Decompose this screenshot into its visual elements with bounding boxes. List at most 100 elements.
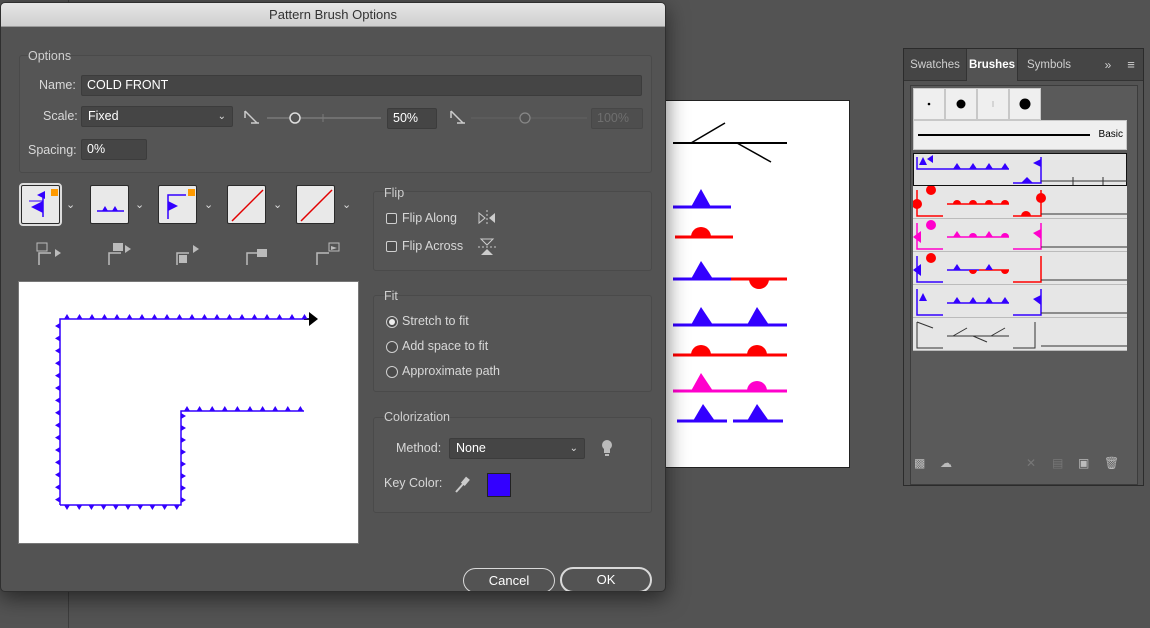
tile-inner-corner-dropdown-icon[interactable]: ⌄ xyxy=(204,198,213,211)
panel-menu-icon[interactable]: ≡ xyxy=(1120,49,1142,81)
preview-tooth xyxy=(239,314,245,319)
key-color-label: Key Color: xyxy=(384,476,443,490)
new-brush-icon[interactable]: ▣ xyxy=(1078,456,1089,470)
pattern-brush-options-dialog: Pattern Brush Options Options Name: COLD… xyxy=(0,2,666,592)
preview-tooth xyxy=(55,385,60,391)
outer-corner-tile-icon xyxy=(97,206,124,212)
inner-corner-tile-icon xyxy=(167,189,195,219)
occluded-front-symbol xyxy=(673,373,787,393)
flip-label: Flip xyxy=(384,186,405,200)
approximate-path-label: Approximate path xyxy=(402,364,500,378)
warm-front-brush-preview xyxy=(913,186,1127,217)
tips-lightbulb-icon[interactable] xyxy=(600,439,614,457)
side-tile-position-icon xyxy=(36,242,61,265)
preview-tooth xyxy=(201,314,208,319)
preview-tooth xyxy=(89,314,95,319)
dot-large-icon xyxy=(1019,98,1031,110)
preview-tooth xyxy=(125,505,131,510)
preview-tooth xyxy=(181,497,186,503)
preview-tooth xyxy=(55,360,60,367)
ok-button[interactable]: OK xyxy=(560,567,652,591)
panel-tab-bar: Swatches Brushes Symbols » ≡ xyxy=(904,49,1143,81)
key-color-swatch[interactable] xyxy=(487,473,511,497)
stationary-front-brush-preview xyxy=(913,253,1127,283)
preview-tooth xyxy=(214,314,220,319)
preview-tooth xyxy=(149,505,156,510)
tile-start-dropdown-icon[interactable]: ⌄ xyxy=(273,198,282,211)
preview-tooth xyxy=(137,505,144,510)
scale-label: Scale: xyxy=(43,109,78,123)
flip-across-checkbox[interactable] xyxy=(386,241,397,252)
preview-tooth xyxy=(55,372,60,379)
brush-stationary-black[interactable] xyxy=(913,318,1127,351)
tile-outer-corner-dropdown-icon[interactable]: ⌄ xyxy=(135,198,144,211)
approximate-path-radio[interactable] xyxy=(386,366,398,378)
scale-slider[interactable] xyxy=(241,107,391,129)
flip-along-checkbox[interactable] xyxy=(386,213,397,224)
brush-cold-front[interactable] xyxy=(913,153,1127,186)
preview-tooth xyxy=(226,314,233,319)
preview-tooth xyxy=(289,314,295,319)
tile-inner-corner[interactable] xyxy=(158,185,197,224)
tile-side-dropdown-icon[interactable]: ⌄ xyxy=(66,198,75,211)
delete-brush-icon[interactable]: 🗑 xyxy=(1104,456,1119,470)
brush-list: Basic xyxy=(910,85,1138,485)
eyedropper-icon[interactable] xyxy=(453,475,471,495)
stationary-colored-front-symbol xyxy=(673,261,787,289)
preview-tooth xyxy=(55,397,60,404)
tab-swatches[interactable]: Swatches xyxy=(904,49,966,81)
preview-tooth xyxy=(76,314,83,319)
tile-end[interactable] xyxy=(296,185,335,224)
brush-dot-faint[interactable] xyxy=(977,88,1009,120)
preview-tooth xyxy=(247,406,253,411)
brush-stationary-front[interactable] xyxy=(913,252,1127,285)
brush-libraries-icon[interactable]: ▩ xyxy=(914,456,925,470)
add-space-to-fit-radio[interactable] xyxy=(386,341,398,353)
preview-tooth xyxy=(221,406,228,411)
panel-collapse-icon[interactable]: » xyxy=(1098,49,1118,81)
libraries-panel-icon[interactable]: ☁ xyxy=(940,456,952,470)
tile-outer-corner[interactable] xyxy=(90,185,129,224)
brush-dot-large[interactable] xyxy=(1009,88,1041,120)
tile-start[interactable] xyxy=(227,185,266,224)
stretch-to-fit-radio[interactable] xyxy=(386,316,398,328)
brush-cold-front-2[interactable] xyxy=(913,285,1127,318)
tab-symbols[interactable]: Symbols xyxy=(1018,49,1080,81)
preview-tooth xyxy=(164,314,170,319)
remove-stroke-icon[interactable]: ✕ xyxy=(1026,456,1036,470)
artboard[interactable] xyxy=(660,100,850,468)
colorization-method-select[interactable]: None ⌄ xyxy=(449,438,585,459)
cold-front-double-symbol xyxy=(673,307,787,327)
preview-tooth xyxy=(139,314,145,319)
brush-basic[interactable]: Basic xyxy=(913,120,1127,150)
tile-end-dropdown-icon[interactable]: ⌄ xyxy=(342,198,351,211)
tile-side[interactable] xyxy=(19,183,62,226)
cancel-button[interactable]: Cancel xyxy=(463,568,555,591)
preview-tooth xyxy=(55,484,60,491)
stretch-to-fit-label: Stretch to fit xyxy=(402,314,469,328)
preview-tooth xyxy=(209,406,216,411)
outer-corner-position-icon xyxy=(108,243,131,265)
scale-mode-select[interactable]: Fixed ⌄ xyxy=(81,106,233,127)
scale-value-input[interactable]: 50% xyxy=(387,108,437,129)
preview-tooth xyxy=(55,496,60,503)
preview-tooth xyxy=(181,473,186,479)
tab-brushes[interactable]: Brushes xyxy=(966,49,1018,81)
spacing-input[interactable]: 0% xyxy=(81,139,147,160)
preview-tooth xyxy=(55,347,60,354)
artboard-artwork xyxy=(673,122,787,423)
brush-dot-medium[interactable] xyxy=(945,88,977,120)
basic-stroke-icon xyxy=(918,134,1090,136)
name-label: Name: xyxy=(39,78,76,92)
brush-dot-small[interactable] xyxy=(913,88,945,120)
brush-warm-front[interactable] xyxy=(913,186,1127,219)
brush-occluded-front[interactable] xyxy=(913,219,1127,252)
flip-along-label: Flip Along xyxy=(402,211,457,225)
options-of-selected-icon[interactable]: ▤ xyxy=(1052,456,1063,470)
stationary-front-symbol xyxy=(673,122,787,163)
scale-max-icon xyxy=(450,110,465,124)
preview-tooth xyxy=(284,406,291,411)
pattern-preview-path xyxy=(55,312,318,510)
name-input[interactable]: COLD FRONT xyxy=(81,75,642,96)
preview-tooth xyxy=(114,314,120,319)
